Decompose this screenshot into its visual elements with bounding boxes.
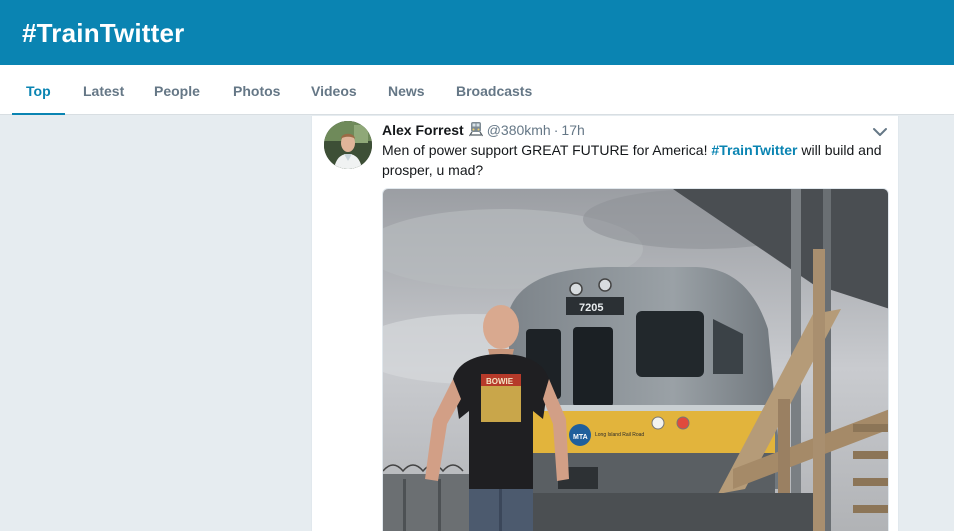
top-bar: #TrainTwitter [0, 0, 954, 65]
tweet[interactable]: Alex Forrest @380kmh · 17h Men of power su… [311, 116, 899, 531]
avatar[interactable] [324, 121, 372, 169]
tab-photos[interactable]: Photos [233, 65, 280, 115]
tweet-timestamp[interactable]: 17h [561, 122, 584, 138]
tab-latest[interactable]: Latest [83, 65, 124, 115]
tweet-author-name[interactable]: Alex Forrest [382, 122, 464, 138]
tab-videos[interactable]: Videos [311, 65, 357, 115]
separator-dot: · [553, 122, 559, 138]
tab-people[interactable]: People [154, 65, 200, 115]
tab-broadcasts[interactable]: Broadcasts [456, 65, 532, 115]
mta-logo-text: MTA [573, 434, 588, 441]
shirt-text: BOWIE [486, 377, 514, 386]
railroad-label: Long Island Rail Road [595, 432, 644, 438]
tweet-text: Men of power support GREAT FUTURE for Am… [382, 140, 882, 180]
search-tabs: Top Latest People Photos Videos News Bro… [0, 65, 954, 115]
train-emoji-icon [468, 121, 484, 140]
tweet-header: Alex Forrest @380kmh · 17h [382, 121, 585, 140]
tweet-photo[interactable]: 7205 MTA Long Island Rail Road BOWIE [382, 188, 889, 531]
tweet-username[interactable]: @380kmh [487, 122, 551, 138]
train-number-label: 7205 [579, 302, 603, 314]
hashtag-link[interactable]: #TrainTwitter [711, 142, 797, 158]
chevron-down-icon[interactable] [872, 125, 888, 137]
tab-top[interactable]: Top [12, 65, 65, 115]
tweet-text-part: Men of power support GREAT FUTURE for Am… [382, 142, 712, 158]
page-title: #TrainTwitter [22, 18, 185, 48]
tab-news[interactable]: News [388, 65, 425, 115]
